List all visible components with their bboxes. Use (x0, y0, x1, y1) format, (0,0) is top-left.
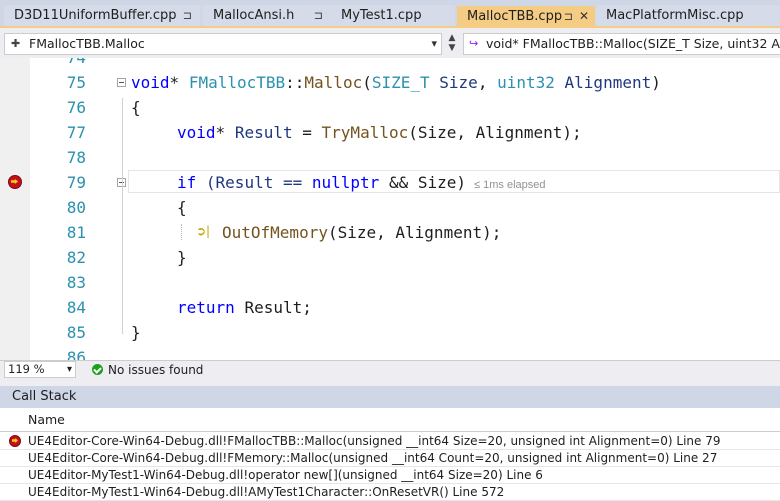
zoom-value: 119 % (8, 362, 45, 376)
tab-mytest1[interactable]: MyTest1.cpp (331, 5, 455, 26)
frame-text: UE4Editor-Core-Win64-Debug.dll!FMallocTB… (28, 434, 721, 448)
call-stack-row[interactable]: UE4Editor-Core-Win64-Debug.dll!FMemory::… (0, 450, 780, 467)
member-dropdown[interactable]: ↪ void* FMallocTBB::Malloc(SIZE_T Size, … (463, 33, 780, 55)
column-name: Name (28, 412, 65, 427)
line-number: 75 (66, 73, 86, 92)
editor-status-bar: 119 % ▾ No issues found (0, 360, 780, 379)
chevron-down-icon: ▾ (431, 37, 437, 50)
code-text: OutOfMemory(Size, Alignment); (222, 223, 502, 242)
line-number: 86 (66, 348, 86, 360)
pin-icon[interactable]: ⊐ (314, 5, 323, 26)
column-header[interactable]: Name (0, 408, 780, 432)
frame-text: UE4Editor-MyTest1-Win64-Debug.dll!AMyTes… (28, 485, 505, 499)
line-number: 81 (66, 223, 86, 242)
line-number: 84 (66, 298, 86, 317)
frame-text: UE4Editor-MyTest1-Win64-Debug.dll!operat… (28, 468, 543, 482)
code-text: { (131, 98, 141, 117)
indent-guide (181, 224, 183, 240)
code-line: 83 (0, 270, 780, 295)
code-line: 80 { (0, 195, 780, 220)
code-text: } (177, 248, 187, 267)
line-number: 79 (66, 173, 86, 192)
scope-value: FMallocTBB.Malloc (29, 36, 145, 51)
tab-label: MyTest1.cpp (341, 8, 422, 23)
pin-icon[interactable]: ⊐ (564, 6, 573, 27)
frame-text: UE4Editor-Core-Win64-Debug.dll!FMemory::… (28, 451, 718, 465)
zoom-dropdown[interactable]: 119 % ▾ (4, 361, 76, 378)
code-line: 81 ➲| OutOfMemory(Size, Alignment); (0, 220, 780, 245)
check-circle-icon (92, 364, 103, 375)
navigation-bar: ✚ FMallocTBB.Malloc ▾ ▲ ▼ ↪ void* FMalloc… (0, 30, 780, 58)
type-icon: ✚ (11, 37, 21, 50)
member-value: void* FMallocTBB::Malloc(SIZE_T Size, ui… (486, 36, 780, 51)
code-line: 75 void* FMallocTBB::Malloc(SIZE_T Size,… (0, 70, 780, 95)
code-line: 85 } (0, 320, 780, 345)
code-line: 84 return Result; (0, 295, 780, 320)
code-line: 76 { (0, 95, 780, 120)
panel-title[interactable]: Call Stack (0, 386, 780, 408)
tab-malloctbb[interactable]: MallocTBB.cpp ⊐ ✕ (457, 6, 595, 28)
code-editor[interactable]: 74 75 void* FMallocTBB::Malloc(SIZE_T Si… (0, 58, 780, 360)
collapse-icon[interactable] (117, 78, 126, 87)
pin-icon[interactable]: ⊐ (183, 5, 192, 26)
code-text: if (Result == nullptr && Size) ≤ 1ms elap… (177, 173, 546, 192)
document-tab-strip: D3D11UniformBuffer.cpp ⊐ MallocAnsi.h ⊐ … (0, 0, 780, 28)
code-text: void* FMallocTBB::Malloc(SIZE_T Size, ui… (131, 73, 661, 92)
issues-status[interactable]: No issues found (108, 361, 203, 379)
line-number: 77 (66, 123, 86, 142)
close-icon[interactable]: ✕ (579, 6, 589, 27)
line-number: 83 (66, 273, 86, 292)
line-number: 78 (66, 148, 86, 167)
method-icon: ↪ (469, 37, 479, 50)
call-stack-row[interactable]: UE4Editor-MyTest1-Win64-Debug.dll!operat… (0, 467, 780, 484)
tab-label: MallocAnsi.h (213, 8, 295, 23)
scope-dropdown[interactable]: ✚ FMallocTBB.Malloc ▾ (4, 33, 442, 55)
line-number: 80 (66, 198, 86, 217)
breakpoint-current-icon[interactable] (8, 175, 22, 189)
chevron-down-icon: ▾ (66, 364, 72, 375)
outline-guide (122, 98, 124, 334)
code-text: { (177, 198, 187, 217)
line-number: 82 (66, 248, 86, 267)
code-text: return Result; (177, 298, 312, 317)
perf-tip[interactable]: ≤ 1ms elapsed (474, 179, 545, 191)
tab-mallocansi[interactable]: MallocAnsi.h ⊐ (203, 5, 331, 26)
code-line: 77 void* Result = TryMalloc(Size, Alignm… (0, 120, 780, 145)
tab-macplatformmisc[interactable]: MacPlatformMisc.cpp (596, 5, 780, 26)
code-line: 74 (0, 58, 780, 70)
code-line: 82 } (0, 245, 780, 270)
current-frame-icon (9, 435, 21, 447)
tab-label: D3D11UniformBuffer.cpp (14, 8, 177, 23)
code-line-current: 79 if (Result == nullptr && Size) ≤ 1ms e… (0, 170, 780, 195)
scope-spinner[interactable]: ▲ ▼ (445, 33, 459, 55)
code-line: 78 (0, 145, 780, 170)
line-number: 85 (66, 323, 86, 342)
tab-label: MacPlatformMisc.cpp (606, 8, 744, 23)
call-stack-row[interactable]: UE4Editor-MyTest1-Win64-Debug.dll!AMyTes… (0, 484, 780, 501)
call-stack-panel: Call Stack Name UE4Editor-Core-Win64-Deb… (0, 386, 780, 501)
code-text: void* Result = TryMalloc(Size, Alignment… (177, 123, 582, 142)
line-number: 74 (30, 58, 86, 70)
tab-label: MallocTBB.cpp (467, 9, 563, 24)
tab-d3d11uniformbuffer[interactable]: D3D11UniformBuffer.cpp ⊐ (4, 5, 200, 26)
line-number: 76 (66, 98, 86, 117)
code-line: 86 (0, 345, 780, 360)
call-stack-row-current[interactable]: UE4Editor-Core-Win64-Debug.dll!FMallocTB… (0, 433, 780, 450)
code-text: } (131, 323, 141, 342)
step-into-icon[interactable]: ➲| (196, 224, 210, 238)
